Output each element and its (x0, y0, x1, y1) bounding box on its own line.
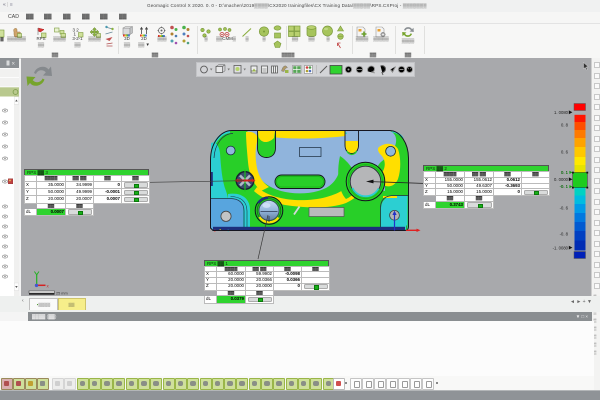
svg-text:1. 0080: 1. 0080 (554, 110, 569, 115)
svg-text:-0. 1: -0. 1 (560, 184, 569, 189)
svg-text:-0. 6: -0. 6 (560, 205, 569, 210)
svg-text:x: x (47, 283, 50, 288)
svg-text:0. 8: 0. 8 (561, 122, 569, 127)
svg-text:0. 0000: 0. 0000 (554, 177, 569, 182)
svg-text:-0. 8: -0. 8 (560, 231, 569, 236)
svg-text:25 mm: 25 mm (56, 292, 68, 296)
svg-text:-1. 0080: -1. 0080 (553, 245, 569, 250)
svg-text:0. 1: 0. 1 (561, 170, 569, 175)
svg-text:0. 6: 0. 6 (561, 149, 569, 154)
